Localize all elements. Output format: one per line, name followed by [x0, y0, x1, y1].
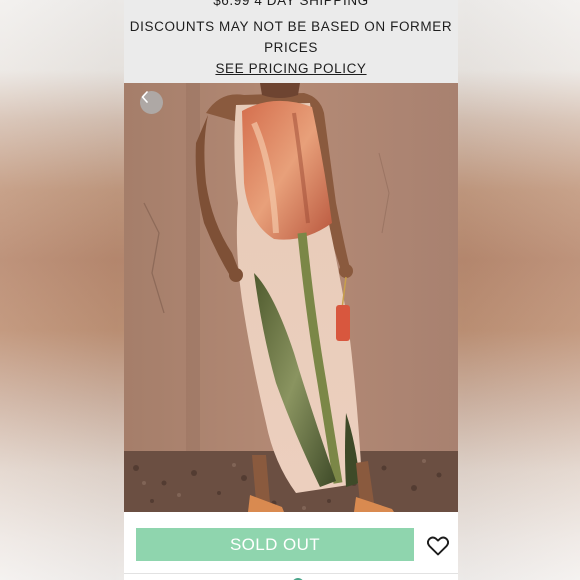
sold-out-button[interactable]: SOLD OUT: [136, 528, 414, 561]
discount-disclaimer-line2: PRICES: [264, 40, 318, 55]
app-screen: $6.99 4 DAY SHIPPING DISCOUNTS MAY NOT B…: [124, 0, 458, 580]
heart-icon[interactable]: [426, 536, 450, 556]
section-divider: [124, 573, 458, 574]
product-photo[interactable]: [124, 83, 458, 512]
discount-disclaimer-line1: DISCOUNTS MAY NOT BE BASED ON FORMER: [129, 19, 453, 34]
chevron-left-icon: [141, 91, 148, 103]
product-photo-illustration: [124, 83, 458, 512]
shipping-text: $6.99 4 DAY SHIPPING: [213, 0, 369, 8]
shipping-banner: $6.99 4 DAY SHIPPING DISCOUNTS MAY NOT B…: [124, 0, 458, 83]
action-bar: SOLD OUT: [124, 512, 458, 580]
pricing-policy-link[interactable]: SEE PRICING POLICY: [124, 60, 458, 77]
back-button[interactable]: [140, 91, 163, 114]
